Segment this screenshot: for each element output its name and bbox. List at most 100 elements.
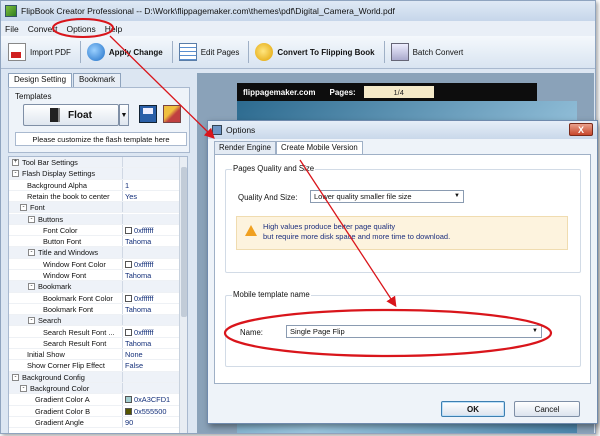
property-value[interactable]: 90 xyxy=(125,417,133,428)
column-divider xyxy=(122,157,123,168)
property-value[interactable]: 0xffffff xyxy=(125,327,153,338)
column-divider xyxy=(122,213,123,224)
column-divider xyxy=(122,371,123,382)
menu-convert[interactable]: Convert xyxy=(28,24,58,34)
column-divider xyxy=(122,190,123,202)
collapse-icon[interactable]: - xyxy=(20,204,27,212)
collapse-icon[interactable]: - xyxy=(12,373,19,381)
property-row[interactable]: Search Result Font Tahoma xyxy=(9,337,181,350)
property-value[interactable]: False xyxy=(125,360,143,371)
import-pdf-button[interactable]: Import PDF xyxy=(5,40,77,64)
property-name: Buttons xyxy=(38,214,64,224)
property-value[interactable]: Tahoma xyxy=(125,304,151,315)
cancel-button[interactable]: Cancel xyxy=(514,401,580,417)
property-row[interactable]: Retain the book to center Yes xyxy=(9,190,181,203)
batch-convert-button[interactable]: Batch Convert xyxy=(388,40,470,64)
property-name: Background Alpha xyxy=(27,180,87,190)
property-value[interactable]: Tahoma xyxy=(125,270,151,281)
property-row[interactable]: - Bookmark xyxy=(9,281,181,293)
save-icon[interactable] xyxy=(139,105,157,123)
property-row[interactable]: Bookmark Font Color 0xffffff xyxy=(9,292,181,304)
convert-button[interactable]: Convert To Flipping Book xyxy=(252,40,380,64)
color-swatch[interactable] xyxy=(125,328,132,336)
property-row[interactable]: + Tool Bar Settings xyxy=(9,157,181,169)
property-value-text: Tahoma xyxy=(125,304,152,314)
template-name-select[interactable]: Single Page Flip ▼ xyxy=(286,325,542,338)
property-value-text: Yes xyxy=(125,191,138,201)
chevron-down-icon: ▼ xyxy=(454,193,460,199)
template-dropdown-button[interactable]: ▼ xyxy=(119,104,129,126)
close-button[interactable]: X xyxy=(569,123,593,136)
ok-button[interactable]: OK xyxy=(441,401,505,417)
tab-create-mobile-version[interactable]: Create Mobile Version xyxy=(276,141,363,154)
apply-change-button[interactable]: Apply Change xyxy=(84,40,169,64)
property-value[interactable]: Yes xyxy=(125,191,137,202)
property-value[interactable]: 0x555500 xyxy=(125,406,166,417)
property-value[interactable]: None xyxy=(125,349,143,360)
color-swatch[interactable] xyxy=(125,294,132,302)
property-value-text: 0xffffff xyxy=(134,225,154,235)
property-value[interactable]: 0xffffff xyxy=(125,259,153,270)
color-swatch[interactable] xyxy=(125,407,132,415)
property-scrollbar[interactable] xyxy=(179,157,187,433)
tab-render-engine[interactable]: Render Engine xyxy=(214,141,277,154)
color-swatch[interactable] xyxy=(125,260,132,268)
property-row[interactable]: Background Alpha 1 xyxy=(9,179,181,191)
property-row[interactable]: Gradient Angle 90 xyxy=(9,416,181,429)
property-value[interactable]: 1 xyxy=(125,180,129,191)
property-row[interactable]: Search Result Font ... 0xffffff xyxy=(9,326,181,338)
property-row[interactable]: - Flash Display Settings xyxy=(9,168,181,180)
tab-bookmark[interactable]: Bookmark xyxy=(73,73,122,87)
color-swatch[interactable] xyxy=(125,226,132,234)
menu-help[interactable]: Help xyxy=(105,24,122,34)
property-row[interactable]: Gradient Color B 0x555500 xyxy=(9,405,181,417)
window-title: FlipBook Creator Professional -- D:\Work… xyxy=(21,6,395,16)
customize-brush-icon[interactable] xyxy=(163,105,181,123)
collapse-icon[interactable]: - xyxy=(20,385,27,392)
color-swatch[interactable] xyxy=(125,396,132,404)
property-row[interactable]: - Background Config xyxy=(9,371,181,383)
property-row[interactable]: - Font xyxy=(9,202,181,214)
property-row[interactable]: Window Font Color 0xffffff xyxy=(9,258,181,270)
tab-design-setting[interactable]: Design Setting xyxy=(8,73,73,87)
property-value[interactable]: 0xffffff xyxy=(125,293,153,304)
property-row[interactable]: Window Font Tahoma xyxy=(9,270,181,282)
property-row[interactable]: - Search xyxy=(9,315,181,327)
quality-select[interactable]: Lower quality smaller file size ▼ xyxy=(310,190,464,203)
property-value[interactable]: Tahoma xyxy=(125,338,151,349)
collapse-icon[interactable]: - xyxy=(28,283,35,291)
property-name: Font Color xyxy=(43,225,78,235)
menu-file[interactable]: File xyxy=(5,24,19,34)
collapse-icon[interactable]: - xyxy=(28,215,35,223)
warning-line-1: High values produce better page quality xyxy=(263,222,396,231)
property-row[interactable]: Show Corner Flip Effect False xyxy=(9,360,181,372)
mobile-template-group: Mobile template name Name: Single Page F… xyxy=(225,290,581,367)
property-row[interactable]: Bookmark Font Tahoma xyxy=(9,303,181,316)
property-row[interactable]: Gradient Color A 0xA3CFD1 xyxy=(9,394,181,406)
property-value[interactable]: 0xA3CFD1 xyxy=(125,394,170,405)
collapse-icon[interactable]: - xyxy=(12,170,19,178)
edit-pages-button[interactable]: Edit Pages xyxy=(176,40,246,64)
template-select-button[interactable]: Float xyxy=(23,104,119,126)
column-divider xyxy=(122,292,123,303)
property-row[interactable]: - Buttons xyxy=(9,213,181,225)
convert-gear-icon xyxy=(255,43,274,61)
expand-icon[interactable]: + xyxy=(12,159,19,166)
column-divider xyxy=(122,349,123,360)
property-row[interactable]: Initial Show None xyxy=(9,349,181,361)
page-number-field[interactable]: 1/4 xyxy=(363,86,434,98)
property-row[interactable]: - Background Color xyxy=(9,383,181,395)
property-row[interactable]: Font Color 0xffffff xyxy=(9,224,181,237)
property-row[interactable]: - Title and Windows xyxy=(9,247,181,259)
mobile-group-title: Mobile template name xyxy=(232,290,311,299)
menu-options[interactable]: Options xyxy=(66,24,95,34)
property-row[interactable]: Button Font Tahoma xyxy=(9,236,181,248)
property-value[interactable]: Tahoma xyxy=(125,236,151,247)
property-value[interactable]: 0xffffff xyxy=(125,225,153,236)
collapse-icon[interactable]: - xyxy=(28,249,35,257)
scrollbar-thumb[interactable] xyxy=(181,167,187,317)
toolbar-separator xyxy=(79,41,81,63)
property-name: Initial Show xyxy=(27,350,65,360)
collapse-icon[interactable]: - xyxy=(28,317,35,325)
convert-label: Convert To Flipping Book xyxy=(277,47,375,57)
